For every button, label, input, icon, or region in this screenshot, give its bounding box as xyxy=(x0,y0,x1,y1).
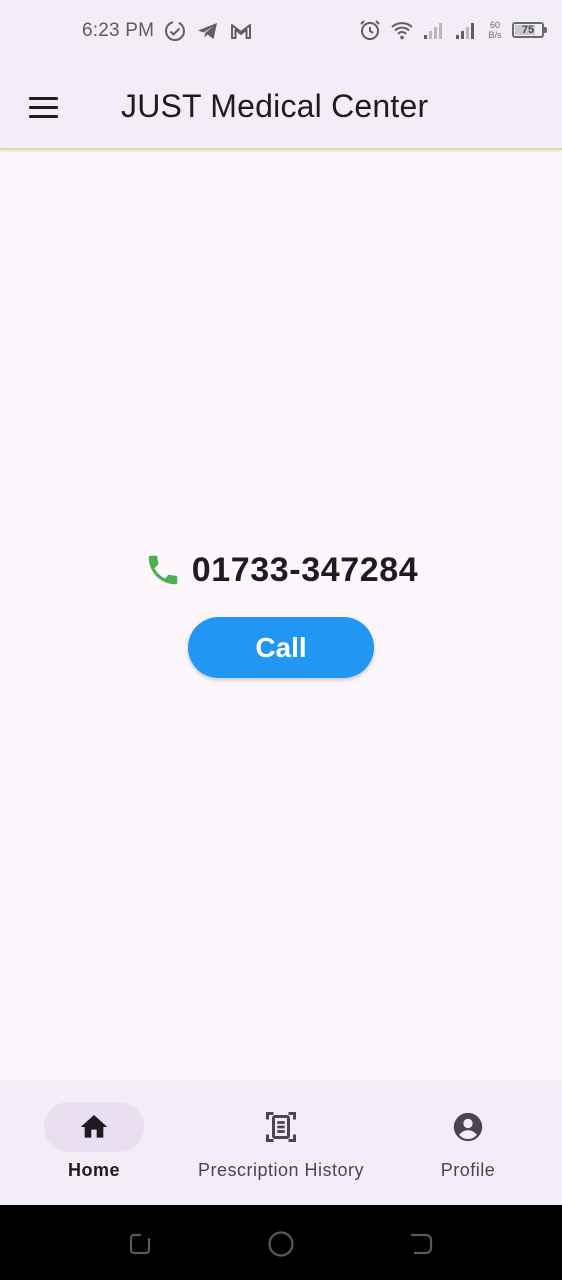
nav-label-profile: Profile xyxy=(440,1160,496,1180)
alarm-icon xyxy=(358,18,382,42)
check-sync-icon xyxy=(163,19,187,43)
nav-item-prescription-history[interactable]: Prescription History xyxy=(181,1080,381,1205)
status-right: 60 B/s 75 xyxy=(358,18,547,42)
wifi-icon xyxy=(390,18,414,42)
main-content: 01733-347284 Call xyxy=(0,152,562,1080)
nav-indicator xyxy=(44,1102,144,1152)
network-speed-unit: B/s xyxy=(488,30,502,40)
network-speed-value: 60 xyxy=(489,20,500,30)
document-scan-icon xyxy=(263,1109,299,1145)
battery-level: 75 xyxy=(521,24,535,36)
gmail-icon xyxy=(229,19,253,43)
network-speed: 60 B/s xyxy=(486,20,504,40)
page-title: JUST Medical Center xyxy=(121,88,429,124)
system-navigation-bar xyxy=(0,1205,562,1280)
call-button[interactable]: Call xyxy=(188,617,374,678)
signal-icon xyxy=(454,18,478,42)
nav-indicator xyxy=(231,1102,331,1152)
nav-indicator xyxy=(418,1102,518,1152)
screen: 6:23 PM 60 B/s 75 JUST Medical Center 01… xyxy=(0,0,562,1280)
status-time: 6:23 PM xyxy=(82,20,155,41)
nav-label-prescription-history: Prescription History xyxy=(197,1160,365,1180)
phone-row: 01733-347284 xyxy=(0,548,562,592)
hamburger-menu-icon[interactable] xyxy=(22,86,66,128)
recents-icon[interactable] xyxy=(127,1230,155,1258)
nav-item-home[interactable]: Home xyxy=(44,1080,144,1205)
telegram-icon xyxy=(196,19,220,43)
bottom-navigation: Home Prescription History Profile xyxy=(0,1080,562,1205)
signal-icon xyxy=(422,18,446,42)
battery-icon: 75 xyxy=(512,22,547,38)
account-circle-icon xyxy=(451,1110,485,1144)
home-circle-icon[interactable] xyxy=(267,1230,295,1258)
phone-number: 01733-347284 xyxy=(191,550,419,589)
back-icon[interactable] xyxy=(407,1230,435,1258)
phone-icon xyxy=(144,551,182,589)
home-icon xyxy=(78,1111,110,1143)
nav-item-profile[interactable]: Profile xyxy=(418,1080,518,1205)
status-left: 6:23 PM xyxy=(82,19,253,43)
status-bar: 6:23 PM 60 B/s 75 xyxy=(0,0,562,64)
nav-label-home: Home xyxy=(67,1160,120,1180)
app-bar: JUST Medical Center xyxy=(0,64,562,150)
